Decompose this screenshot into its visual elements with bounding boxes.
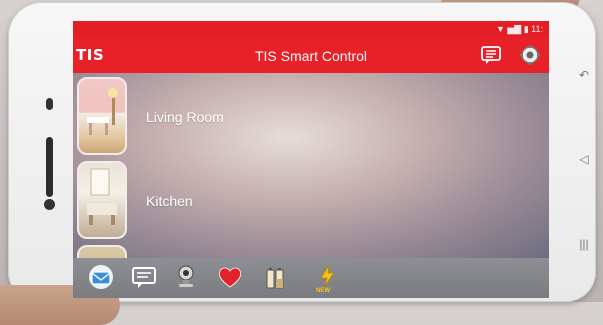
front-camera (44, 199, 55, 210)
room-label: Living Room (146, 109, 224, 125)
message-icon[interactable] (480, 44, 502, 66)
menu-key[interactable]: ||| (575, 237, 593, 251)
energy-new-icon[interactable] (314, 263, 342, 291)
new-badge: NEW (316, 288, 330, 294)
home-key[interactable]: ◁ (575, 152, 593, 166)
gear-icon[interactable] (519, 44, 541, 66)
room-list: Living Room Kitchen (73, 73, 549, 259)
camera-icon[interactable] (172, 263, 200, 291)
app-header: TIS TIS Smart Control (73, 37, 549, 73)
back-key[interactable]: ↶ (575, 68, 593, 82)
room-thumbnail (77, 77, 127, 155)
room-thumbnail (77, 245, 127, 259)
room-item-partial[interactable] (77, 245, 547, 259)
message-icon[interactable] (130, 263, 158, 291)
side-speaker (46, 137, 53, 197)
battery-icon[interactable] (261, 263, 289, 291)
bottom-nav: NEW (73, 258, 549, 298)
page-title: TIS Smart Control (254, 48, 368, 64)
room-label: Kitchen (146, 193, 193, 209)
room-item-living-room[interactable]: Living Room (77, 77, 547, 157)
room-item-kitchen[interactable]: Kitchen (77, 161, 547, 241)
room-thumbnail (77, 161, 127, 239)
mail-icon[interactable] (87, 263, 115, 291)
status-bar: ▼ ▅▇ ▮ 11: (73, 21, 549, 37)
app-screen: ▼ ▅▇ ▮ 11: TIS TIS Smart Control Living … (73, 21, 549, 298)
status-indicators: ▼ ▅▇ ▮ 11: (495, 24, 543, 34)
heart-icon[interactable] (216, 263, 244, 291)
earpiece (46, 98, 53, 110)
